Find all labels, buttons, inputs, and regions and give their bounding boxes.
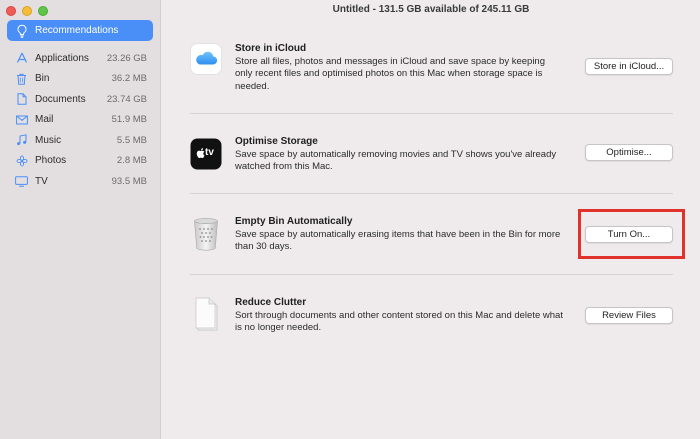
lightbulb-icon — [15, 24, 29, 38]
icloud-icon — [190, 43, 222, 75]
photos-icon — [15, 154, 28, 167]
apple-tv-icon: tv — [190, 138, 222, 170]
mail-icon — [15, 113, 28, 126]
sidebar-item-label: Documents — [35, 93, 86, 105]
sidebar-item-label: Music — [35, 134, 62, 146]
document-icon — [15, 93, 28, 106]
recommendation-title: Store in iCloud — [235, 43, 307, 54]
music-note-icon — [15, 134, 28, 147]
optimise-button[interactable]: Optimise... — [585, 144, 673, 161]
recommendation-title: Empty Bin Automatically — [235, 216, 353, 227]
tv-icon — [15, 175, 28, 188]
sidebar-item-size: 36.2 MB — [111, 73, 147, 85]
recommendation-title: Optimise Storage — [235, 136, 318, 147]
sidebar-item-photos[interactable]: Photos 2.8 MB — [0, 151, 161, 172]
sidebar-item-music[interactable]: Music 5.5 MB — [0, 130, 161, 151]
minimize-window-button[interactable] — [22, 6, 32, 16]
sidebar-item-label: Mail — [35, 114, 54, 126]
recommendation-title: Reduce Clutter — [235, 297, 307, 308]
sidebar-item-size: 23.74 GB — [106, 93, 147, 105]
recommendation-description: Store all files, photos and messages in … — [235, 56, 545, 92]
recommendation-reduce-clutter: Reduce Clutter Sort through documents an… — [190, 297, 673, 357]
recommendation-description: Sort through documents and other content… — [235, 310, 563, 334]
sidebar-item-label: Bin — [35, 73, 50, 85]
sidebar-item-recommendations[interactable]: Recommendations — [7, 20, 153, 41]
sidebar-item-applications[interactable]: Applications 23.26 GB — [0, 48, 161, 69]
close-window-button[interactable] — [6, 6, 16, 16]
sidebar-item-mail[interactable]: Mail 51.9 MB — [0, 110, 161, 131]
sidebar-item-size: 93.5 MB — [111, 175, 147, 187]
sidebar-item-documents[interactable]: Documents 23.74 GB — [0, 89, 161, 110]
sidebar-item-tv[interactable]: TV 93.5 MB — [0, 171, 161, 192]
apple-tv-icon-text: tv — [205, 147, 214, 158]
sidebar-item-label: Photos — [35, 155, 67, 167]
sidebar-item-size: 23.26 GB — [106, 52, 147, 64]
recommendation-description: Save space by automatically erasing item… — [235, 229, 561, 253]
window-title: Untitled - 131.5 GB available of 245.11 … — [332, 4, 530, 15]
divider — [190, 113, 673, 114]
sidebar: Recommendations Applications 23.26 GB Bi… — [0, 0, 161, 439]
document-stack-icon — [193, 297, 225, 331]
sidebar-item-size: 51.9 MB — [111, 114, 147, 126]
sidebar-item-label: Recommendations — [35, 25, 119, 36]
sidebar-item-size: 5.5 MB — [116, 134, 147, 146]
divider — [190, 193, 673, 194]
sidebar-list: Applications 23.26 GB Bin 36.2 MB Docume… — [0, 48, 161, 192]
storage-management-window: Recommendations Applications 23.26 GB Bi… — [0, 0, 700, 439]
zoom-window-button[interactable] — [38, 6, 48, 16]
recommendation-optimise-storage: tv Optimise Storage Save space by automa… — [190, 136, 673, 196]
sidebar-item-bin[interactable]: Bin 36.2 MB — [0, 69, 161, 90]
recommendation-icloud: Store in iCloud Store all files, photos … — [190, 43, 673, 113]
highlight-box — [578, 209, 685, 259]
review-files-button[interactable]: Review Files — [585, 307, 673, 324]
bin-icon — [193, 217, 225, 251]
sidebar-item-label: TV — [35, 175, 48, 187]
sidebar-item-label: Applications — [35, 52, 89, 64]
store-in-icloud-button[interactable]: Store in iCloud... — [585, 58, 673, 75]
trash-icon — [15, 72, 28, 85]
sidebar-item-size: 2.8 MB — [116, 155, 147, 167]
divider — [190, 274, 673, 275]
recommendation-description: Save space by automatically removing mov… — [235, 149, 557, 173]
applications-icon — [15, 52, 28, 65]
window-controls — [6, 6, 48, 16]
